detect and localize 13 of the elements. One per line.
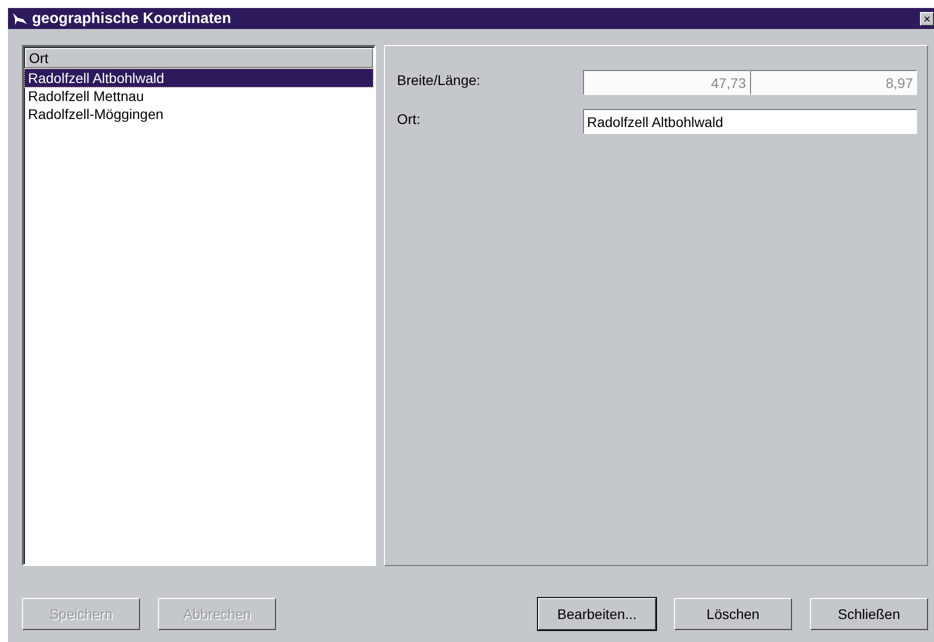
list-item[interactable]: Radolfzell Altbohlwald [25, 69, 373, 87]
dialog-button[interactable]: Bearbeiten... [538, 598, 656, 630]
dialog-button[interactable]: Schließen [810, 598, 928, 630]
field-label: Ort: [397, 110, 422, 127]
window-title: geographische Koordinaten [32, 10, 232, 27]
dialog-button[interactable]: Löschen [674, 598, 792, 630]
place-field[interactable]: Radolfzell Altbohlwald [583, 109, 917, 134]
list-item[interactable]: Radolfzell Mettnau [25, 87, 373, 105]
field-label: Breite/Länge: [397, 71, 482, 88]
column-header[interactable]: Ort [25, 48, 373, 68]
list-item[interactable]: Radolfzell-Möggingen [25, 105, 373, 123]
bird-icon [12, 12, 28, 26]
close-button[interactable]: × [920, 12, 934, 26]
